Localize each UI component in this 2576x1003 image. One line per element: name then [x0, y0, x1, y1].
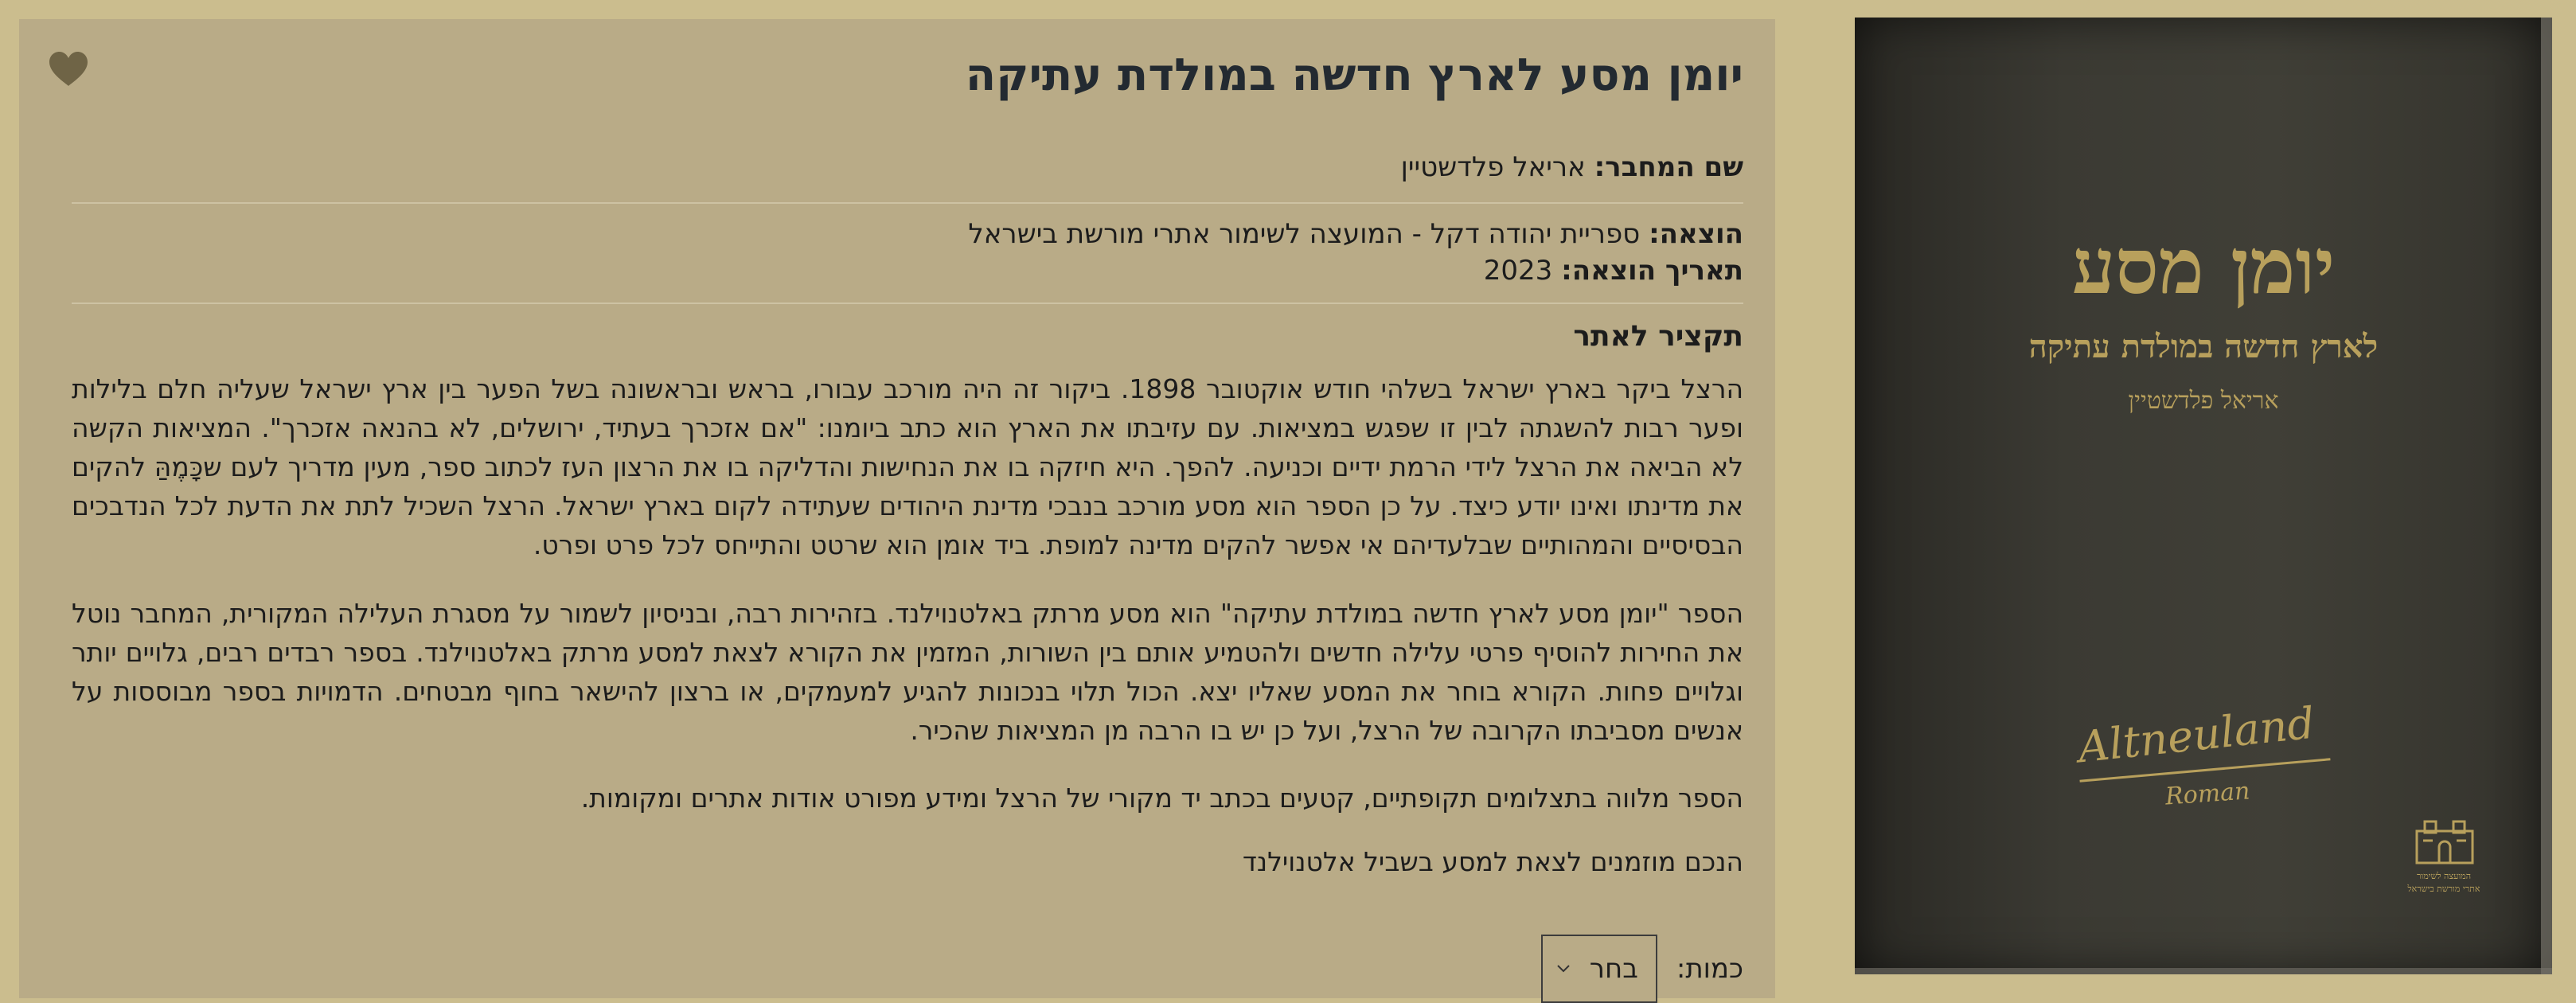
author-name: אריאל פלדשטיין — [1400, 151, 1586, 183]
divider — [72, 202, 1743, 204]
cover-signature: Altneuland — [2075, 697, 2317, 773]
heart-icon — [49, 52, 88, 86]
publication-date-label: תאריך הוצאה: — [1561, 255, 1743, 287]
publisher-logo-text: המועצה לשימור — [2416, 871, 2472, 881]
quantity-select-value: בחר — [1589, 953, 1638, 985]
favorite-button[interactable] — [48, 51, 96, 99]
publisher-name: ספריית יהודה דקל - המועצה לשימור אתרי מו… — [968, 218, 1641, 250]
quantity-control: כמות: בחר — [1540, 935, 1743, 1003]
cover-signature-sub: Roman — [2164, 777, 2251, 811]
chevron-down-icon — [1557, 965, 1570, 973]
publisher-label: הוצאה: — [1649, 218, 1743, 250]
quantity-select[interactable]: בחר — [1540, 935, 1657, 1003]
book-cover-image: יומן מסע לארץ חדשה במולדת עתיקה אריאל פל… — [1855, 18, 2552, 974]
publisher-line: הוצאה: ספריית יהודה דקל - המועצה לשימור … — [968, 218, 1743, 250]
cover-edge — [1855, 968, 2552, 974]
summary-heading: תקציר לאתר — [1573, 320, 1743, 353]
summary-paragraph: הנכם מוזמנים לצאת למסע בשביל אלטנוילנד — [1242, 846, 1743, 877]
cover-author: אריאל פלדשטיין — [2128, 387, 2279, 415]
summary-paragraph: הספר מלווה בתצלומים תקופתיים, קטעים בכתב… — [580, 782, 1743, 814]
cover-subtitle: לארץ חדשה במולדת עתיקה — [2028, 328, 2379, 365]
product-title: יומן מסע לארץ חדשה במולדת עתיקה — [965, 49, 1743, 101]
publication-date: 2023 — [1483, 255, 1553, 287]
publisher-logo-text: אתרי מורשת בישראל — [2407, 884, 2480, 894]
summary-paragraph: הרצל ביקר בארץ ישראל בשלהי חודש אוקטובר … — [72, 373, 1744, 560]
cover-title: יומן מסע — [2071, 221, 2336, 311]
publisher-logo-icon — [2415, 820, 2474, 864]
cover-edge — [2541, 18, 2552, 974]
product-details-panel: יומן מסע לארץ חדשה במולדת עתיקה שם המחבר… — [19, 19, 1775, 1003]
divider — [72, 302, 1743, 304]
quantity-label: כמות: — [1676, 953, 1743, 985]
author-label: שם המחבר: — [1594, 151, 1743, 183]
author-line: שם המחבר: אריאל פלדשטיין — [1401, 151, 1743, 183]
summary-paragraph: הספר "יומן מסע לארץ חדשה במולדת עתיקה" ה… — [72, 598, 1743, 746]
publication-date-line: תאריך הוצאה: 2023 — [1484, 255, 1743, 287]
